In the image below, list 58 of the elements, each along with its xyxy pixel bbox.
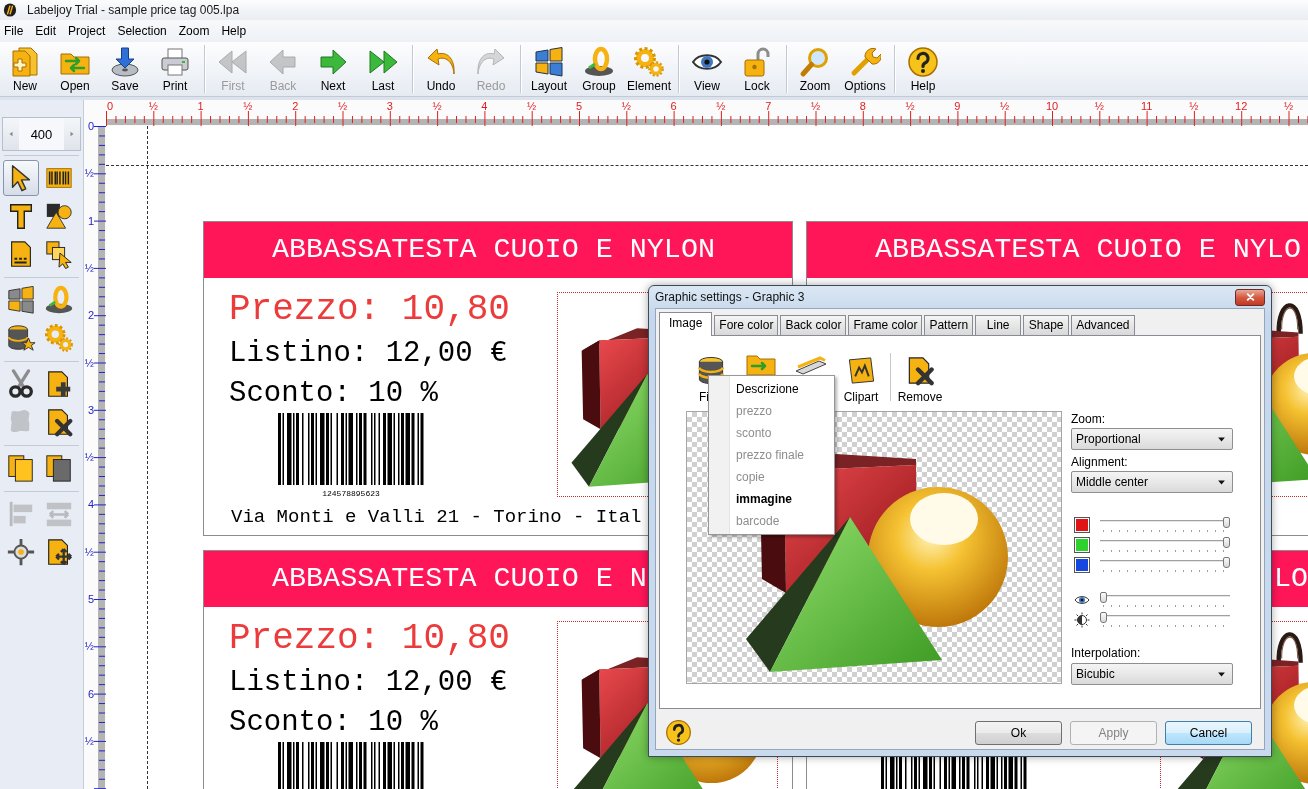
ruler-number: ½: [84, 734, 94, 747]
ruler-number: ½: [621, 100, 631, 112]
ruler-number: ½: [716, 100, 726, 112]
field-label: Alignment:: [1071, 455, 1128, 469]
ruler-number: 5: [87, 593, 94, 605]
ruler-number: ½: [84, 451, 94, 464]
ruler-number: 5: [575, 100, 583, 112]
address-text: Via Monti e Valli 21 - Torino - Ital: [231, 506, 642, 528]
ruler-number: ½: [148, 100, 158, 112]
ruler-number: 12: [1235, 100, 1248, 112]
label-title: ABBASSATESTA CUOIO E NYLO: [875, 233, 1301, 266]
ruler-number: ½: [905, 100, 915, 112]
zoom-value: 400: [30, 126, 53, 142]
ruler-number: ½: [84, 640, 94, 653]
ruler-number: 0: [107, 100, 114, 112]
ruler-number: 0: [87, 120, 94, 132]
ruler-number: 4: [481, 100, 488, 112]
ruler-number: 7: [765, 100, 772, 112]
ruler-number: 10: [1045, 100, 1059, 112]
label-title: LO: [1274, 562, 1308, 595]
ruler-number: ½: [1283, 100, 1294, 112]
ruler-number: 2: [87, 309, 94, 322]
ruler-number: ½: [1094, 100, 1104, 112]
price-text: Prezzo: 10,80: [229, 288, 510, 332]
label-title: ABBASSATESTA CUOIO E NYLON: [272, 233, 715, 266]
list-price-text: Listino: 12,00 €: [229, 336, 508, 372]
ruler-number: 6: [670, 100, 677, 112]
ruler-number: 11: [1140, 100, 1153, 112]
price-text: Prezzo: 10,80: [229, 617, 510, 661]
barcode-number: 124578895623: [322, 489, 380, 498]
ruler-number: ½: [1189, 100, 1199, 112]
label-title: ABBASSATESTA CUOIO E N: [272, 562, 647, 595]
ruler-number: 2: [292, 100, 299, 112]
ruler-number: ½: [527, 100, 537, 112]
ruler-number: ½: [84, 167, 94, 180]
ruler-number: 3: [87, 403, 94, 416]
ruler-number: ½: [1000, 100, 1010, 112]
ruler-number: ½: [84, 261, 94, 274]
list-price-text: Listino: 12,00 €: [229, 665, 508, 701]
ruler-number: ½: [810, 100, 821, 112]
ruler-number: 6: [87, 687, 94, 700]
ruler-number: ½: [84, 356, 94, 369]
ruler-number: 9: [954, 100, 961, 112]
ruler-number: 1: [197, 100, 204, 112]
ruler-number: ½: [337, 100, 348, 112]
ruler-number: 1: [87, 214, 94, 227]
ruler-number: ½: [432, 100, 442, 112]
ruler-number: 4: [87, 498, 94, 511]
dialog-title: Graphic settings - Graphic 3: [655, 290, 805, 304]
ruler-number: 3: [386, 100, 393, 112]
window-title: Labeljoy Trial - sample price tag 005.lpa: [27, 3, 240, 17]
field-label: Interpolation:: [1071, 646, 1141, 660]
discount-text: Sconto: 10 %: [229, 376, 438, 411]
field-label: Zoom:: [1071, 412, 1105, 426]
discount-text: Sconto: 10 %: [229, 705, 438, 740]
ruler-number: ½: [243, 100, 253, 112]
ruler-number: 8: [859, 100, 866, 112]
ruler-number: ½: [84, 545, 94, 558]
